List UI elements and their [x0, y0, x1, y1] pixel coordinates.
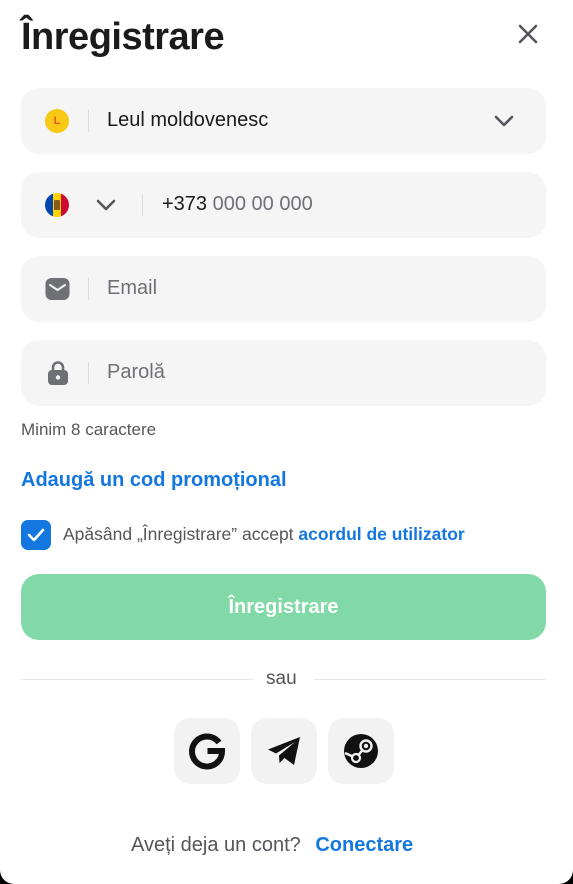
registration-modal: Înregistrare L Leul moldovenesc +373 000 [0, 0, 573, 884]
moldova-flag-icon [45, 193, 69, 217]
separator [88, 362, 89, 384]
envelope-icon [45, 278, 70, 300]
register-button[interactable]: Înregistrare [21, 574, 546, 640]
divider-right [314, 679, 546, 680]
password-input[interactable]: Parolă [107, 361, 165, 384]
close-button[interactable] [512, 18, 544, 50]
country-chevron-down-icon[interactable] [94, 193, 118, 217]
page-title: Înregistrare [21, 16, 225, 58]
phone-field[interactable]: +373 000 00 000 [21, 172, 546, 238]
password-hint: Minim 8 caractere [21, 420, 157, 439]
login-link[interactable]: Conectare [315, 834, 413, 856]
divider-label: sau [266, 668, 297, 689]
google-login-button[interactable] [174, 718, 240, 784]
close-icon [518, 24, 538, 44]
separator [88, 278, 89, 300]
telegram-login-button[interactable] [251, 718, 317, 784]
user-agreement-link[interactable]: acordul de utilizator [298, 524, 464, 544]
currency-value: Leul moldovenesc [107, 109, 269, 131]
lock-icon [48, 361, 68, 385]
moldovan-leu-coin-icon: L [45, 109, 69, 133]
separator [88, 110, 89, 132]
google-icon [189, 733, 226, 770]
agreement-text: Apăsând „Înregistrare” accept acordul de… [63, 524, 465, 544]
login-prompt: Aveți deja un cont? Conectare [131, 834, 414, 856]
agreement-checkbox[interactable] [21, 520, 51, 550]
steam-icon [344, 734, 378, 768]
email-input[interactable]: Email [107, 277, 157, 300]
add-promo-code-link[interactable]: Adaugă un cod promoțional [21, 469, 287, 492]
phone-prefix: +373 [162, 193, 208, 215]
steam-login-button[interactable] [328, 718, 394, 784]
phone-input[interactable]: +373 000 00 000 [162, 193, 313, 216]
divider-left [21, 679, 253, 680]
checkmark-icon [27, 528, 45, 542]
password-field[interactable]: Parolă [21, 340, 546, 406]
chevron-down-icon [494, 115, 514, 127]
email-field[interactable]: Email [21, 256, 546, 322]
telegram-icon [268, 737, 300, 765]
separator [142, 194, 143, 216]
phone-placeholder: 000 00 000 [212, 193, 313, 215]
currency-select[interactable]: L Leul moldovenesc [21, 88, 546, 154]
